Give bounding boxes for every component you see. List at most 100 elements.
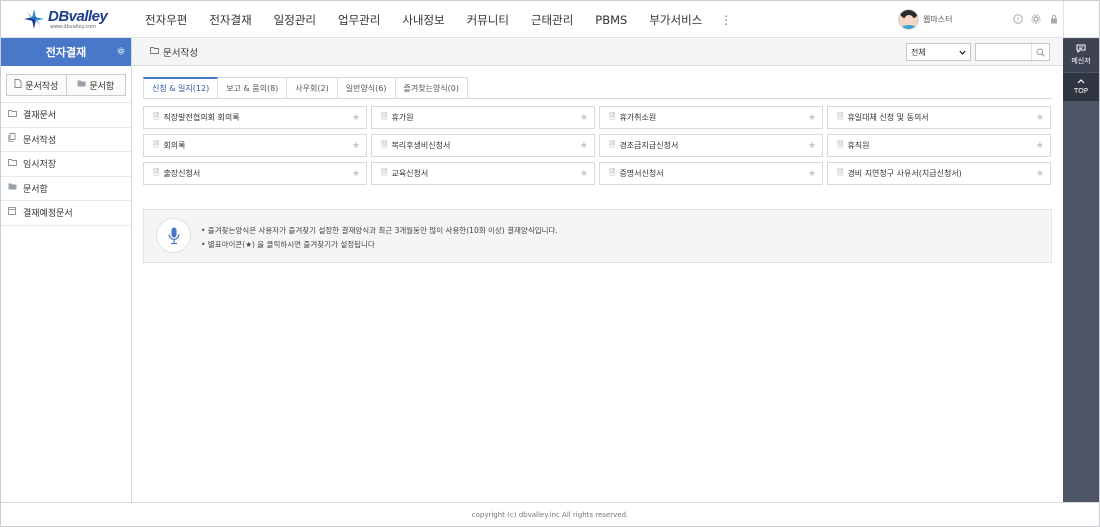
sidebar: 전자결재 문서작성 문서함 결재문서 문서작성 임시저장 문서함 결재예정문서 <box>1 38 132 502</box>
gear-icon[interactable] <box>1031 14 1041 24</box>
form-item[interactable]: 🗎 경비 지연청구 사유서(지급신청서) ★ <box>827 162 1051 185</box>
logo-star-icon <box>23 8 45 30</box>
gnb-item-company-info[interactable]: 사내정보 <box>402 12 444 28</box>
document-icon: 🗎 <box>837 167 844 177</box>
star-icon[interactable]: ★ <box>352 169 360 179</box>
logo[interactable]: DBvalley www.dbvalley.com <box>23 7 108 30</box>
form-item-label: 경비 지연청구 사유서(지급신청서) <box>847 169 962 178</box>
write-document-button[interactable]: 문서작성 <box>7 75 66 95</box>
star-icon[interactable]: ★ <box>580 169 588 179</box>
star-icon[interactable]: ★ <box>808 169 816 179</box>
folder-outline-icon <box>7 158 17 169</box>
sidebar-item-temp-save[interactable]: 임시저장 <box>1 152 131 177</box>
form-item[interactable]: 🗎 복리후생비신청서 ★ <box>371 134 595 157</box>
microphone-icon <box>156 218 191 253</box>
form-item[interactable]: 🗎 회의록 ★ <box>143 134 367 157</box>
write-document-label: 문서작성 <box>25 81 59 92</box>
logo-name: DBvalley <box>48 7 108 25</box>
lock-icon[interactable] <box>1049 14 1059 24</box>
gnb-item-work[interactable]: 업무관리 <box>338 12 380 28</box>
form-grid: 🗎 직장발전협의회 회의록 ★ 🗎 휴가원 ★ 🗎 휴가취소원 ★ 🗎 휴일대체 신청 및 동… <box>143 106 1052 185</box>
gnb-item-extra[interactable]: 부가서비스 <box>649 12 702 28</box>
form-item-label: 복리후생비신청서 <box>391 141 451 150</box>
main-content: 문서작성 전체 신청 & 일지(12) 보고 & 품의(8) 사우회(2) 일반… <box>132 38 1063 502</box>
gnb-item-community[interactable]: 커뮤니티 <box>467 12 509 28</box>
avatar <box>898 9 919 30</box>
star-icon[interactable]: ★ <box>1036 141 1044 151</box>
search-input[interactable] <box>975 43 1050 61</box>
user-name: 웹마스터 <box>923 15 953 24</box>
sidebar-item-label: 임시저장 <box>23 160 57 171</box>
document-icon: 🗎 <box>153 167 160 177</box>
form-item[interactable]: 🗎 휴가원 ★ <box>371 106 595 129</box>
page-header: 문서작성 전체 <box>132 38 1063 66</box>
search-scope-value: 전체 <box>911 47 926 57</box>
help-icon[interactable]: ? <box>1013 14 1023 24</box>
tab-employee-association[interactable]: 사우회(2) <box>287 77 338 99</box>
sidebar-menu: 결재문서 문서작성 임시저장 문서함 결재예정문서 <box>1 102 131 226</box>
sidebar-settings-icon[interactable] <box>117 47 125 58</box>
star-icon[interactable]: ★ <box>580 113 588 123</box>
tab-application-log[interactable]: 신청 & 일지(12) <box>143 77 219 99</box>
page-title: 문서작성 <box>163 47 198 59</box>
form-item-label: 출장신청서 <box>163 169 201 178</box>
gnb-item-attendance[interactable]: 근태관리 <box>531 12 573 28</box>
more-menu-icon[interactable]: ⋮ <box>720 13 732 27</box>
sidebar-title: 전자결재 <box>1 38 131 66</box>
user-profile[interactable]: 웹마스터 <box>898 9 952 30</box>
form-item[interactable]: 🗎 증명서신청서 ★ <box>599 162 823 185</box>
search-icon[interactable] <box>1031 44 1049 60</box>
gnb-item-mail[interactable]: 전자우편 <box>145 12 187 28</box>
notice-line-favorites: • 즐겨찾는양식은 사용자가 즐겨찾기 설정한 결재양식과 최근 3개월동안 많… <box>201 226 558 235</box>
form-item[interactable]: 🗎 직장발전협의회 회의록 ★ <box>143 106 367 129</box>
scroll-top-button[interactable]: TOP <box>1063 73 1099 101</box>
star-icon[interactable]: ★ <box>808 113 816 123</box>
sidebar-item-scheduled-docs[interactable]: 결재예정문서 <box>1 201 131 226</box>
sidebar-action-buttons: 문서작성 문서함 <box>6 74 126 96</box>
notice-text: • 즐겨찾는양식은 사용자가 즐겨찾기 설정한 결재양식과 최근 3개월동안 많… <box>201 224 558 252</box>
utility-icons: ? <box>1013 14 1059 24</box>
star-icon[interactable]: ★ <box>352 113 360 123</box>
sidebar-title-text: 전자결재 <box>45 46 87 59</box>
sidebar-item-label: 결재예정문서 <box>23 209 73 220</box>
top-header: DBvalley www.dbvalley.com 전자우편 전자결재 일정관리… <box>1 1 1063 38</box>
sidebar-item-write-document[interactable]: 문서작성 <box>1 128 131 152</box>
star-icon[interactable]: ★ <box>580 141 588 151</box>
gnb-item-pbms[interactable]: PBMS <box>595 13 627 27</box>
sidebar-item-approval-docs[interactable]: 결재문서 <box>1 103 131 128</box>
tab-general-forms[interactable]: 일반양식(6) <box>337 77 396 99</box>
form-item-label: 휴가원 <box>391 113 414 122</box>
star-icon[interactable]: ★ <box>808 141 816 151</box>
tab-report-proposal[interactable]: 보고 & 품의(8) <box>218 77 288 99</box>
form-category-tabs: 신청 & 일지(12) 보고 & 품의(8) 사우회(2) 일반양식(6) 즐겨… <box>143 77 468 99</box>
gnb-item-approval[interactable]: 전자결재 <box>209 12 251 28</box>
notice-box: • 즐겨찾는양식은 사용자가 즐겨찾기 설정한 결재양식과 최근 3개월동안 많… <box>143 209 1052 263</box>
tab-favorite-forms[interactable]: 즐겨찾는양식(0) <box>395 77 468 99</box>
gnb-item-schedule[interactable]: 일정관리 <box>274 12 316 28</box>
messenger-button[interactable]: 메신저 <box>1063 39 1099 72</box>
document-box-button[interactable]: 문서함 <box>65 75 125 95</box>
copy-document-icon <box>7 133 17 145</box>
star-icon[interactable]: ★ <box>352 141 360 151</box>
form-item[interactable]: 🗎 휴가취소원 ★ <box>599 106 823 129</box>
form-item-label: 직장발전협의회 회의록 <box>163 113 240 122</box>
sidebar-item-label: 문서함 <box>23 184 48 195</box>
form-item-label: 증명서신청서 <box>619 169 664 178</box>
document-icon: 🗎 <box>381 139 388 149</box>
folder-outline-icon <box>150 46 159 57</box>
form-item[interactable]: 🗎 교육신청서 ★ <box>371 162 595 185</box>
search-scope-select[interactable]: 전체 <box>906 43 971 61</box>
form-item[interactable]: 🗎 경조금지급신청서 ★ <box>599 134 823 157</box>
document-icon: 🗎 <box>609 139 616 149</box>
form-item[interactable]: 🗎 휴직원 ★ <box>827 134 1051 157</box>
form-item[interactable]: 🗎 휴일대체 신청 및 동의서 ★ <box>827 106 1051 129</box>
form-item[interactable]: 🗎 출장신청서 ★ <box>143 162 367 185</box>
form-item-label: 휴직원 <box>847 141 870 150</box>
sidebar-item-document-box[interactable]: 문서함 <box>1 177 131 201</box>
chevron-down-icon <box>959 48 966 57</box>
star-icon[interactable]: ★ <box>1036 113 1044 123</box>
form-item-label: 경조금지급신청서 <box>619 141 679 150</box>
star-icon[interactable]: ★ <box>1036 169 1044 179</box>
document-icon: 🗎 <box>381 167 388 177</box>
top-label: TOP <box>1073 87 1088 95</box>
